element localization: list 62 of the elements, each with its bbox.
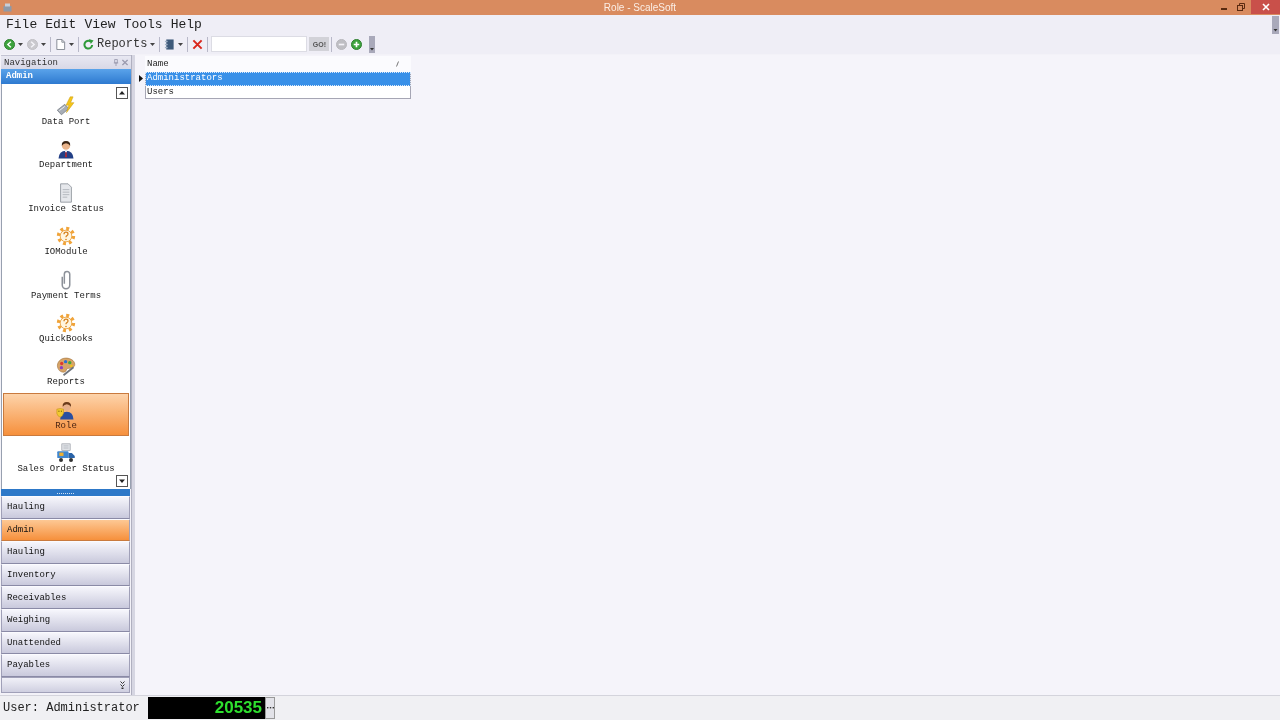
nav-group-button[interactable]: Unattended <box>1 631 130 655</box>
caret-icon <box>178 42 184 46</box>
document-icon <box>55 38 66 50</box>
truck-icon <box>56 443 76 464</box>
splitter-handle[interactable] <box>1 489 130 496</box>
column-header[interactable]: Name <box>145 56 411 72</box>
nav-item[interactable]: Payment Terms <box>3 262 129 306</box>
forward-icon <box>27 38 38 50</box>
palette-icon <box>56 356 76 377</box>
counter-display: 20535 <box>148 697 265 719</box>
nav-item[interactable]: Reports <box>3 349 129 393</box>
minus-icon <box>336 38 348 50</box>
menu-item[interactable]: File <box>2 16 42 33</box>
user-label: User: Administrator <box>3 701 141 715</box>
nav-item[interactable]: Sales Order Status <box>3 436 129 480</box>
delete-icon <box>192 38 204 50</box>
gear-icon <box>56 312 76 333</box>
nav-group-button[interactable]: Payables <box>1 654 130 677</box>
nav-item[interactable]: IOModule <box>3 219 129 263</box>
caret-icon <box>18 42 23 46</box>
person-icon <box>56 139 76 160</box>
nav-item[interactable]: Invoice Status <box>3 175 129 220</box>
nav-group-button[interactable]: Hauling <box>1 496 130 519</box>
menu-item[interactable]: Help <box>166 16 206 33</box>
overflow-icon[interactable] <box>1272 16 1279 34</box>
nav-item[interactable]: Department <box>3 132 129 176</box>
caret-icon <box>150 42 156 46</box>
nav-group-button[interactable]: Admin <box>1 518 130 542</box>
menu-item[interactable]: View <box>80 16 120 33</box>
nav-item[interactable]: Data Port <box>3 89 129 133</box>
search-field[interactable] <box>211 36 308 52</box>
close-icon <box>1261 3 1270 11</box>
reports-button[interactable]: Reports <box>81 35 158 53</box>
window-title: Role - ScaleSoft <box>602 1 678 15</box>
gear-icon <box>56 226 76 247</box>
row-indicator-icon <box>138 75 143 83</box>
nav-group-button[interactable]: Inventory <box>1 563 130 587</box>
back-icon <box>4 38 15 50</box>
panel-title: Navigation <box>4 56 58 69</box>
refresh-icon <box>83 38 94 50</box>
notebook-icon <box>164 38 176 50</box>
close-button[interactable] <box>1251 0 1280 14</box>
app-icon <box>3 3 12 12</box>
nav-group-button[interactable]: Weighing <box>1 608 130 632</box>
menu-item[interactable]: Tools <box>119 16 167 33</box>
caret-icon <box>69 42 74 46</box>
scroll-down-icon[interactable] <box>116 475 128 487</box>
sort-icon <box>396 61 399 67</box>
nav-group-button[interactable]: Hauling <box>1 541 130 564</box>
nav-group-button[interactable]: Receivables <box>1 586 130 609</box>
menu-item[interactable]: Edit <box>41 16 81 33</box>
nav-item[interactable]: QuickBooks <box>3 305 129 350</box>
chevron-down-icon[interactable] <box>120 680 125 689</box>
overflow-icon[interactable] <box>369 35 376 53</box>
restore-icon <box>1236 3 1245 11</box>
caret-icon <box>41 42 46 46</box>
group-header: Admin <box>1 69 131 84</box>
scroll-up-icon[interactable] <box>116 87 128 99</box>
plug-icon <box>56 96 76 116</box>
person-mask-icon <box>56 399 76 420</box>
nav-item[interactable]: Role <box>3 392 129 437</box>
plus-icon <box>351 38 363 50</box>
